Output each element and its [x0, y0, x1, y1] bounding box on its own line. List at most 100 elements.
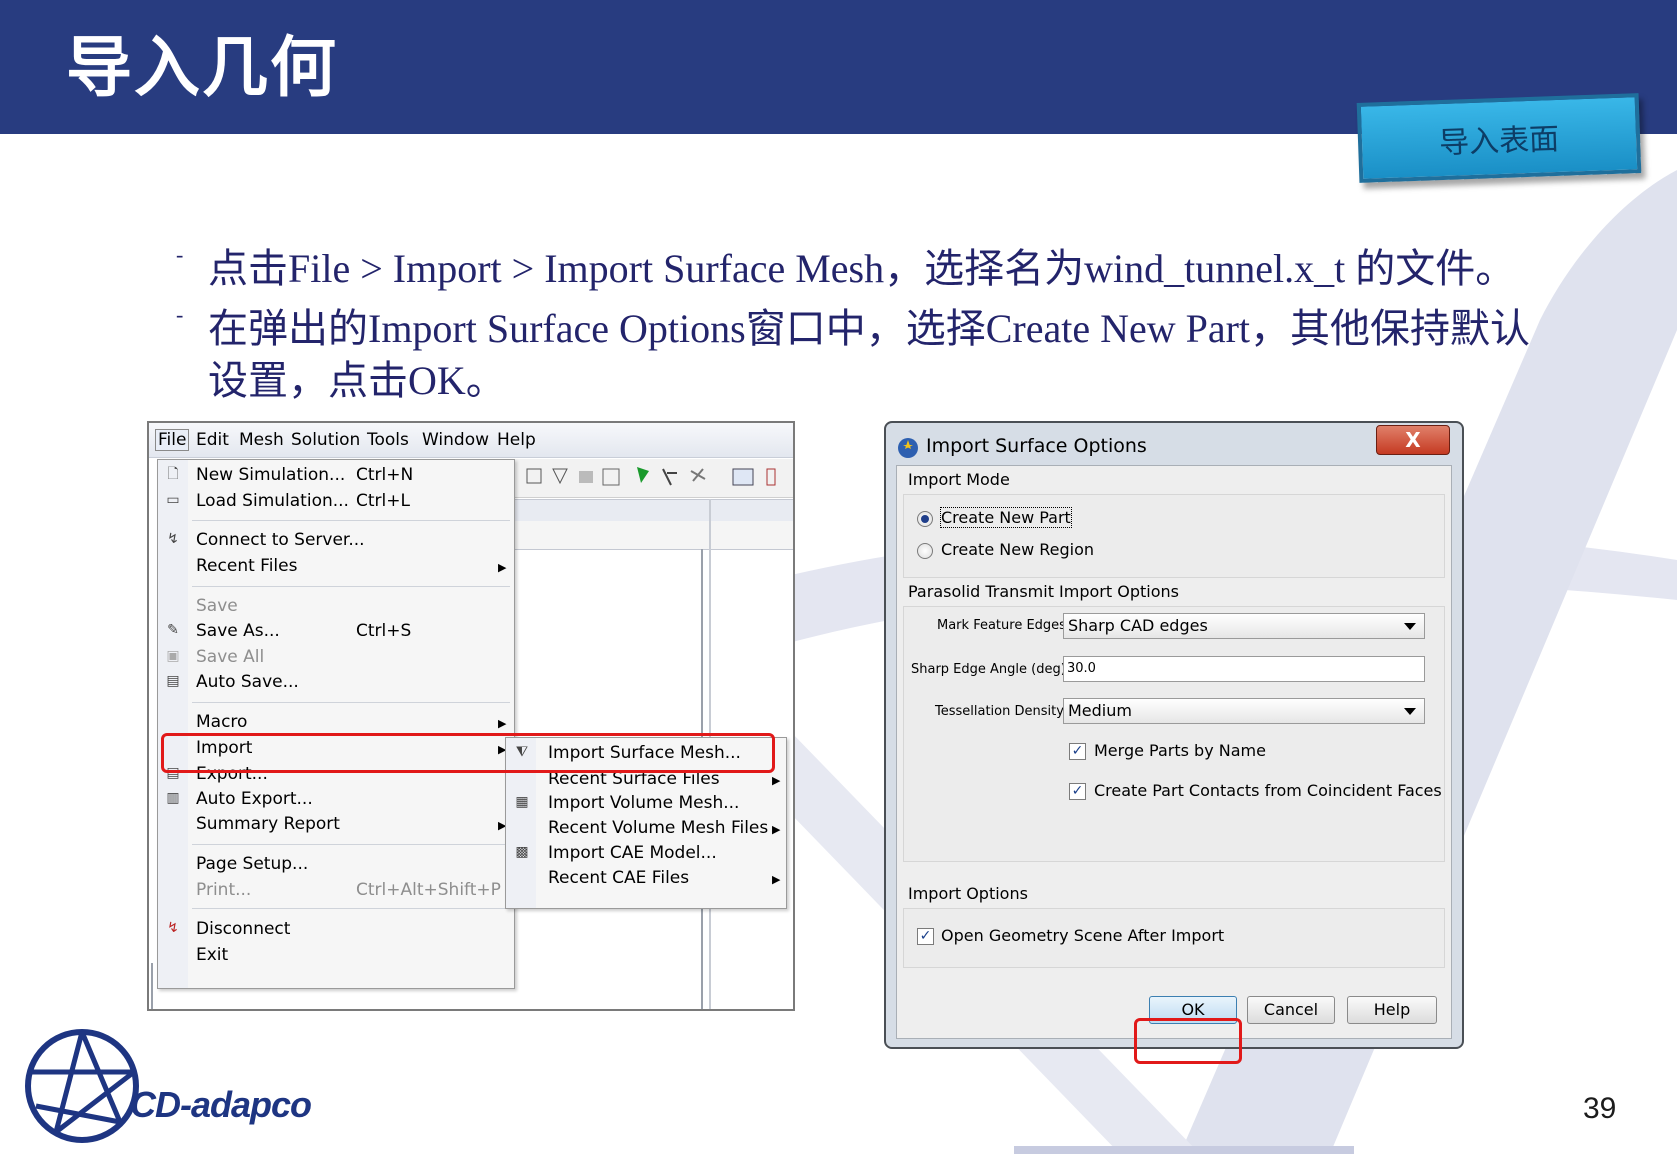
submenu-arrow-icon: ▶: [772, 774, 781, 787]
create-new-region-radio[interactable]: [917, 543, 933, 559]
chevron-down-icon: [1404, 708, 1416, 715]
menu-item-recent-volume-mesh-files[interactable]: Recent Volume Mesh Files: [548, 818, 768, 838]
submenu-arrow-icon: ▶: [498, 717, 507, 730]
tessellation-density-select[interactable]: Medium: [1063, 698, 1425, 724]
tag-button-label: 导入表面: [1438, 121, 1560, 162]
menu-window[interactable]: Window: [422, 430, 489, 450]
open-geometry-label: Open Geometry Scene After Import: [941, 926, 1225, 945]
menu-item-save-all[interactable]: Save All: [196, 647, 264, 667]
menu-item-auto-save[interactable]: Auto Save...: [196, 672, 299, 692]
submenu-arrow-icon: ▶: [772, 823, 781, 836]
bullet-dash: -: [176, 242, 184, 267]
slide-title: 导入几何: [66, 29, 338, 106]
menu-solution[interactable]: Solution: [291, 430, 360, 450]
menu-help[interactable]: Help: [497, 430, 536, 450]
close-icon: X: [1405, 428, 1421, 452]
chevron-down-icon: [1404, 623, 1416, 630]
menubar: File Edit Mesh Solution Tools Window Hel…: [149, 423, 793, 458]
shortcut-save-as: Ctrl+S: [356, 621, 412, 641]
menu-separator: [192, 520, 510, 521]
menu-item-exit[interactable]: Exit: [196, 945, 228, 965]
dialog-body: Import Mode Create New Part Create New R…: [896, 465, 1452, 1039]
create-contacts-label: Create Part Contacts from Coincident Fac…: [1094, 781, 1442, 800]
save-all-icon: ▣: [166, 648, 180, 664]
bullet-text: 设置，点击OK。: [208, 358, 506, 403]
cancel-button[interactable]: Cancel: [1247, 996, 1335, 1024]
menu-separator: [192, 702, 510, 703]
sharp-edge-angle-label: Sharp Edge Angle (deg):: [911, 662, 1071, 677]
dialog-app-icon: [898, 438, 918, 458]
ok-highlight-box: [1134, 1018, 1242, 1064]
bottom-decoration: [1014, 1146, 1354, 1154]
menu-item-connect-server[interactable]: Connect to Server...: [196, 530, 365, 550]
tessellation-density-value: Medium: [1068, 701, 1132, 720]
menu-separator: [192, 844, 510, 845]
page-number: 39: [1583, 1092, 1617, 1125]
menu-item-import-cae-model[interactable]: Import CAE Model...: [548, 843, 717, 863]
open-geometry-checkbox[interactable]: ✓: [917, 928, 934, 945]
menu-item-disconnect[interactable]: Disconnect: [196, 919, 290, 939]
menu-item-import-volume-mesh[interactable]: Import Volume Mesh...: [548, 793, 739, 813]
import-surface-options-dialog: Import Surface Options X Import Mode Cre…: [884, 421, 1464, 1049]
auto-export-icon: ▥: [166, 790, 180, 806]
create-contacts-checkbox[interactable]: ✓: [1069, 783, 1086, 800]
file-menu-screenshot: File Edit Mesh Solution Tools Window Hel…: [147, 421, 795, 1011]
import-volume-mesh-icon: ▦: [515, 794, 529, 810]
mark-feature-edges-select[interactable]: Sharp CAD edges: [1063, 613, 1425, 639]
menu-item-save-as[interactable]: Save As...: [196, 621, 280, 641]
bullet-2: - 在弹出的Import Surface Options窗口中，选择Create…: [176, 296, 1531, 354]
parasolid-options-label: Parasolid Transmit Import Options: [908, 582, 1179, 601]
parasolid-options-group: [903, 606, 1445, 862]
sharp-edge-angle-input[interactable]: 30.0: [1063, 656, 1425, 682]
create-new-region-label[interactable]: Create New Region: [941, 540, 1094, 559]
toolbar-icons: [526, 467, 776, 486]
file-dropdown-menu: 🗋 New Simulation... Ctrl+N ▭ Load Simula…: [157, 459, 515, 989]
connect-server-icon: ↯: [167, 531, 179, 547]
menu-separator: [192, 908, 510, 909]
help-button[interactable]: Help: [1347, 996, 1437, 1024]
menu-item-recent-cae-files[interactable]: Recent CAE Files: [548, 868, 689, 888]
import-mode-group: [903, 494, 1445, 578]
mark-feature-edges-value: Sharp CAD edges: [1068, 616, 1208, 635]
bullet-text: 在弹出的Import Surface Options窗口中，选择Create N…: [208, 306, 1531, 351]
cd-adapco-logo-icon: [25, 1029, 139, 1143]
shortcut-print: Ctrl+Alt+Shift+P: [356, 880, 501, 900]
save-as-icon: ✎: [167, 622, 179, 638]
company-logo-text: CD-adapco: [130, 1084, 312, 1125]
create-new-part-radio[interactable]: [917, 511, 933, 527]
menu-item-save[interactable]: Save: [196, 596, 238, 616]
bullet-dash: -: [176, 302, 184, 327]
new-simulation-icon: 🗋: [167, 466, 179, 482]
import-options-label: Import Options: [908, 884, 1028, 903]
menu-item-new-simulation[interactable]: New Simulation...: [196, 465, 345, 485]
menu-item-page-setup[interactable]: Page Setup...: [196, 854, 308, 874]
menu-item-auto-export[interactable]: Auto Export...: [196, 789, 313, 809]
load-simulation-icon: ▭: [166, 492, 180, 508]
menu-file[interactable]: File: [155, 429, 190, 451]
merge-parts-label: Merge Parts by Name: [1094, 741, 1266, 760]
toolbar: [501, 459, 793, 498]
menu-separator: [192, 586, 510, 587]
menu-item-print[interactable]: Print...: [196, 880, 251, 900]
import-highlight-box: [161, 733, 775, 773]
create-new-part-label[interactable]: Create New Part: [940, 507, 1072, 528]
import-surface-tag-button[interactable]: 导入表面: [1356, 93, 1642, 183]
bullet-text: 点击File > Import > Import Surface Mesh，选择…: [208, 246, 1516, 291]
bullet-2-continued: 设置，点击OK。: [180, 348, 506, 406]
panel-header: [501, 499, 793, 523]
close-button[interactable]: X: [1376, 425, 1450, 455]
merge-parts-checkbox[interactable]: ✓: [1069, 743, 1086, 760]
menu-item-macro[interactable]: Macro: [196, 712, 247, 732]
submenu-arrow-icon: ▶: [772, 873, 781, 886]
menu-item-recent-files[interactable]: Recent Files: [196, 556, 297, 576]
menu-tools[interactable]: Tools: [367, 430, 409, 450]
auto-save-icon: ▤: [166, 673, 180, 689]
disconnect-icon: ↯: [167, 920, 179, 936]
menu-item-summary-report[interactable]: Summary Report: [196, 814, 340, 834]
import-cae-model-icon: ▩: [515, 844, 529, 860]
menu-mesh[interactable]: Mesh: [239, 430, 284, 450]
menu-edit[interactable]: Edit: [196, 430, 229, 450]
bullet-1: - 点击File > Import > Import Surface Mesh，…: [176, 236, 1516, 294]
menu-item-load-simulation[interactable]: Load Simulation...: [196, 491, 349, 511]
shortcut-load-simulation: Ctrl+L: [356, 491, 410, 511]
